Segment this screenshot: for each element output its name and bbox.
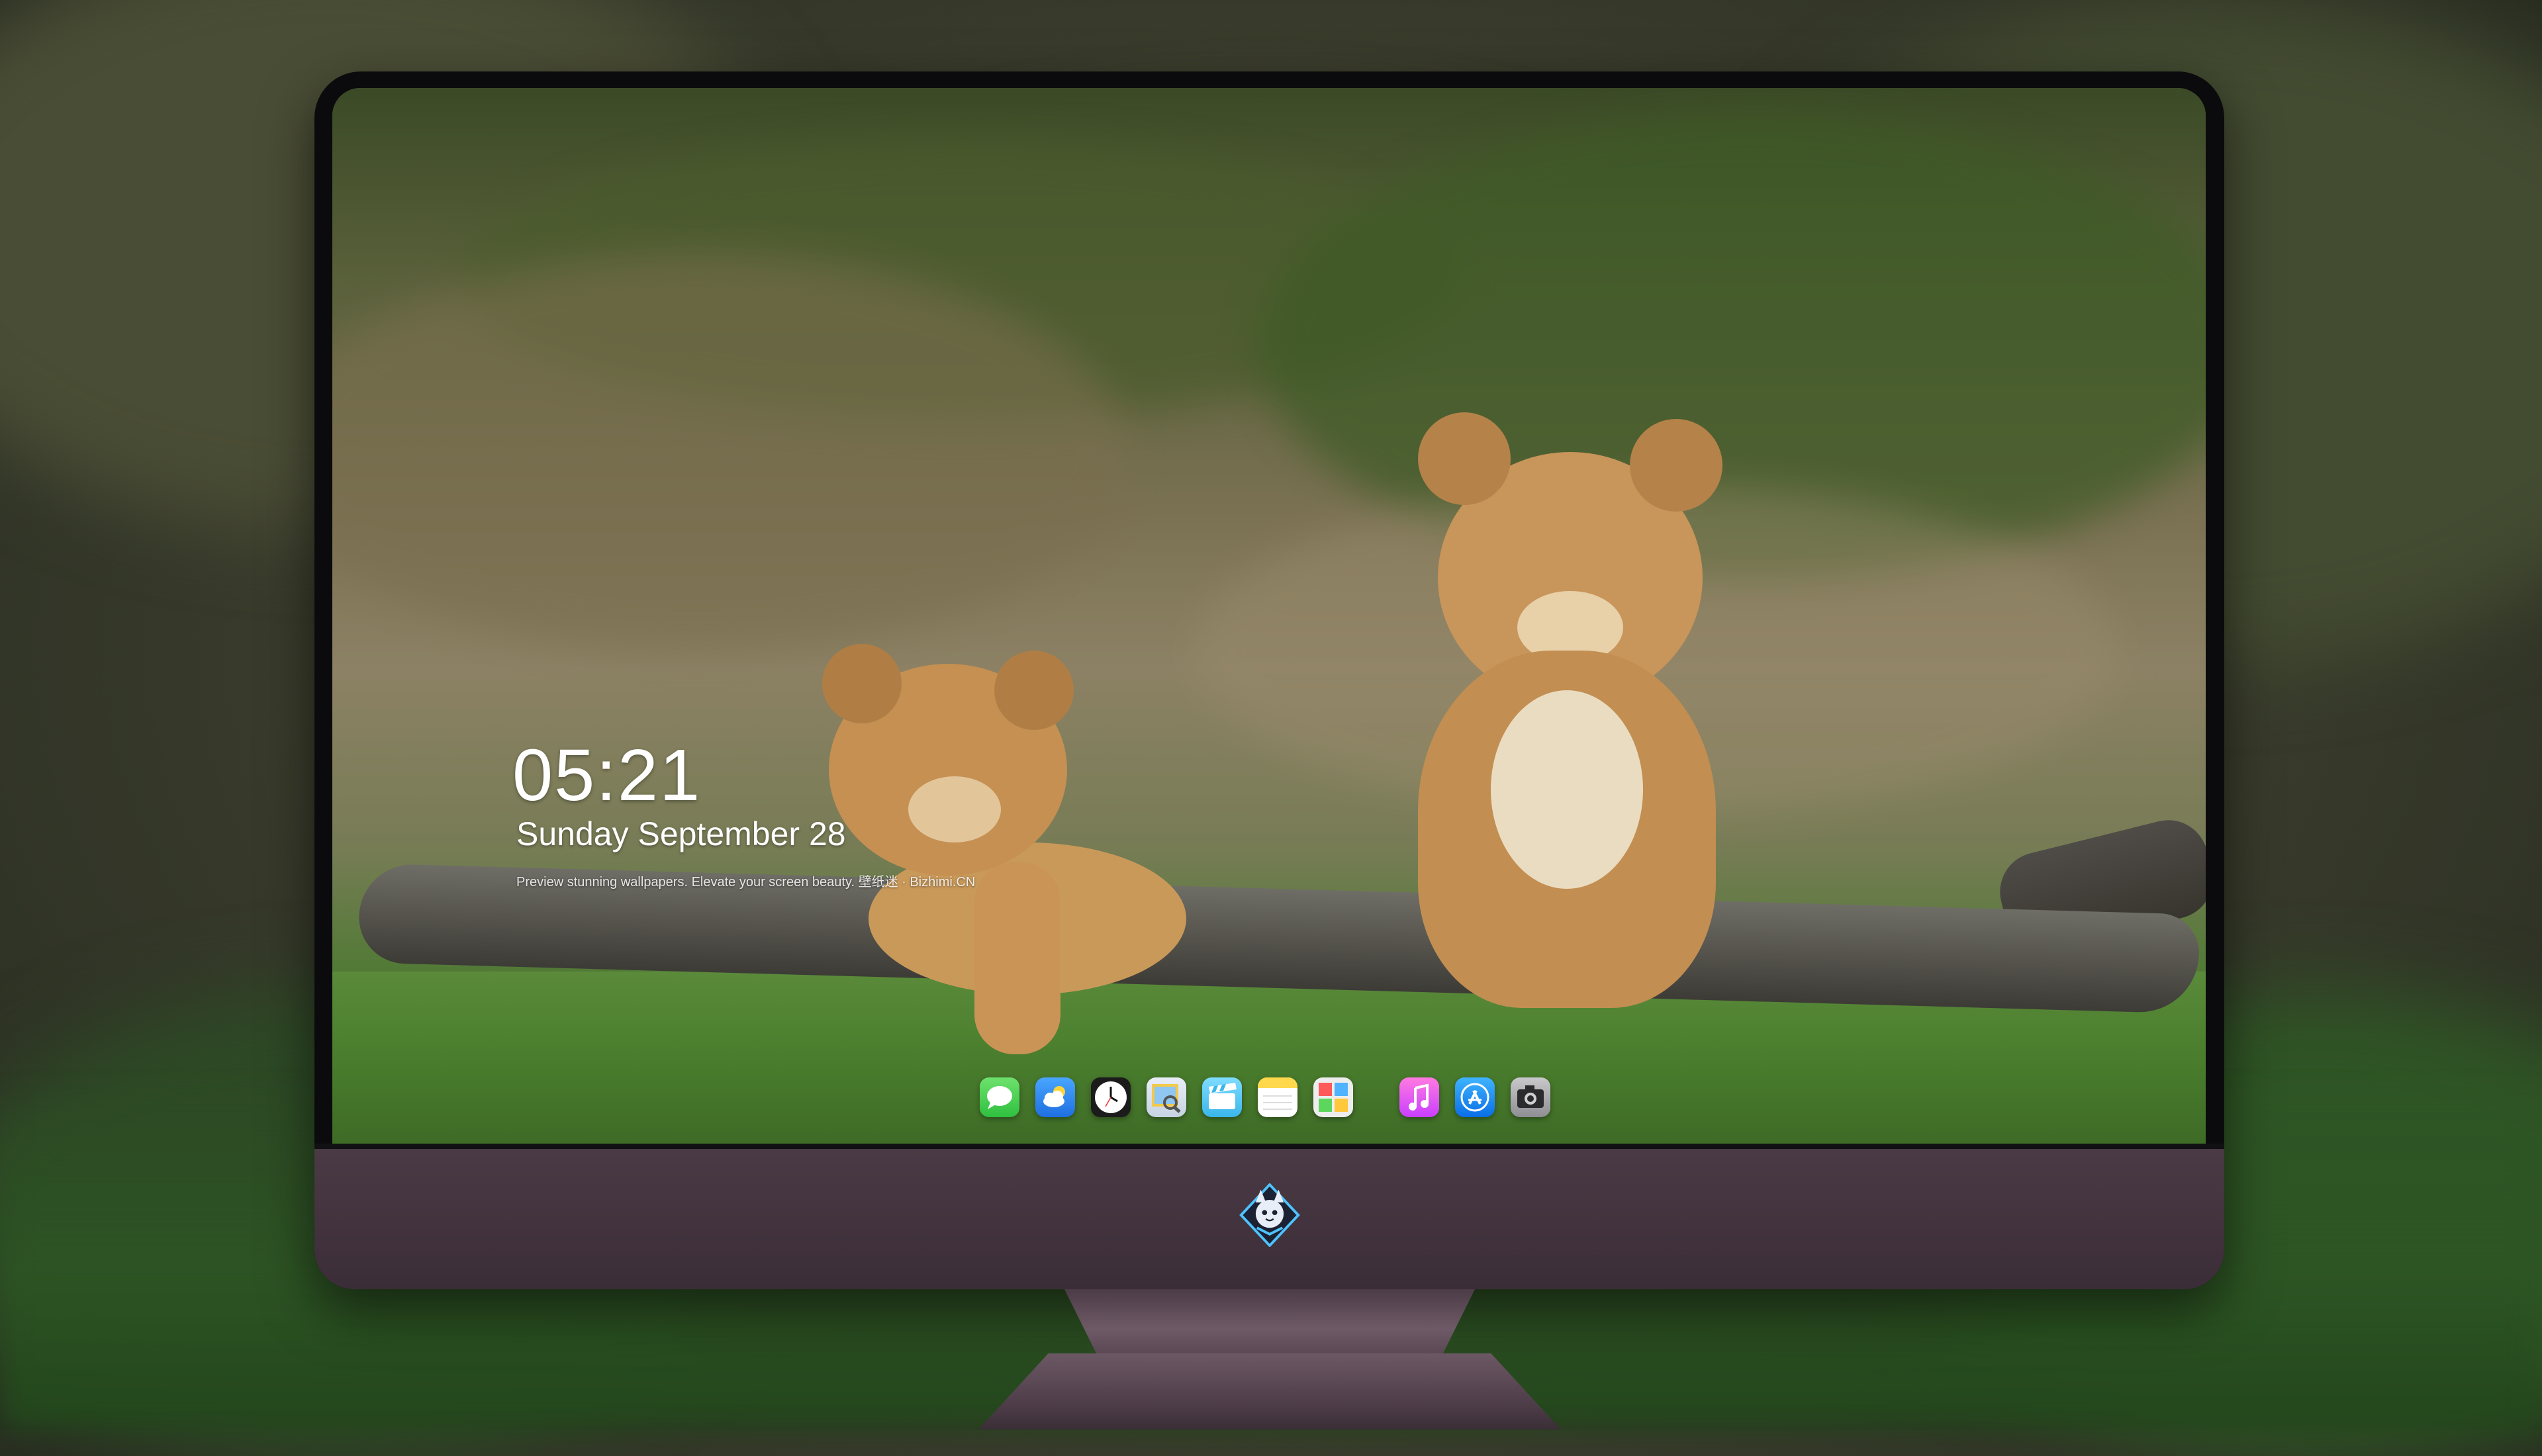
photo-booth-icon[interactable] (1313, 1077, 1353, 1117)
weather-icon[interactable] (1035, 1077, 1075, 1117)
lock-screen-time: 05:21 (512, 735, 702, 816)
wallpaper-caption: Preview stunning wallpapers. Elevate you… (516, 875, 976, 889)
dock (980, 1074, 1566, 1120)
camera-icon[interactable] (1511, 1077, 1550, 1117)
lock-screen-date: Sunday September 28 (516, 815, 846, 852)
preview-icon[interactable] (1147, 1077, 1186, 1117)
screen-wallpaper: 05:21 Sunday September 28 Preview stunni… (332, 88, 2206, 1144)
fox-mascot-logo-icon (1238, 1183, 1301, 1248)
monitor-stand-base (978, 1353, 1561, 1430)
lion-cub-right (1418, 412, 1736, 1041)
monitor: 05:21 Sunday September 28 Preview stunni… (314, 71, 2224, 1289)
messages-icon[interactable] (980, 1077, 1019, 1117)
notes-icon[interactable] (1258, 1077, 1297, 1117)
lion-cub-left (782, 644, 1213, 1068)
clock-icon[interactable] (1091, 1077, 1131, 1117)
music-icon[interactable] (1399, 1077, 1439, 1117)
clips-icon[interactable] (1202, 1077, 1242, 1117)
monitor-stand-neck (1064, 1289, 1475, 1355)
app-store-icon[interactable] (1455, 1077, 1495, 1117)
